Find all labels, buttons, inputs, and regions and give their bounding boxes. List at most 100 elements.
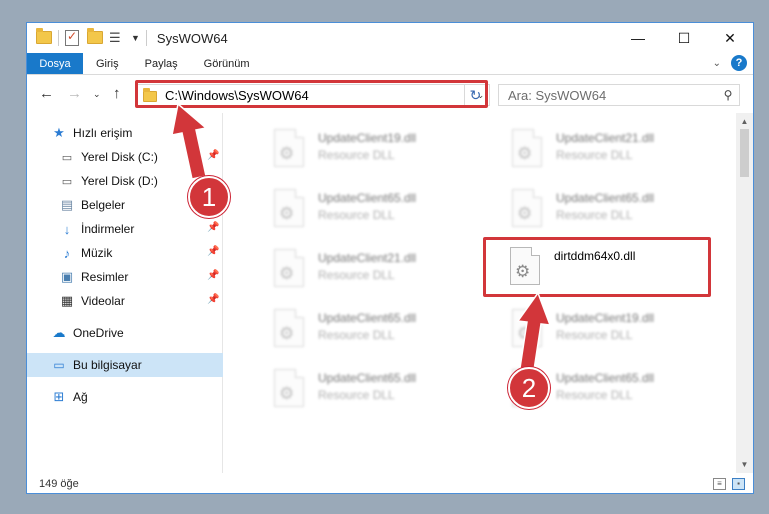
computer-icon: ▭ bbox=[53, 358, 65, 372]
customize-view-icon[interactable]: ☰ bbox=[109, 30, 125, 46]
sidebar-item-onedrive[interactable]: ☁ OneDrive bbox=[27, 321, 223, 345]
file-description: Resource DLL bbox=[318, 148, 395, 162]
sidebar-item-label: Yerel Disk (C:) bbox=[81, 150, 158, 164]
file-description: Resource DLL bbox=[556, 328, 633, 342]
dll-file-icon: ⚙ bbox=[274, 249, 310, 291]
search-icon[interactable]: ⚲ bbox=[717, 88, 739, 102]
sidebar-item-label: İndirmeler bbox=[81, 222, 135, 236]
sidebar-item-videos[interactable]: ▦ Videolar 📌 bbox=[27, 289, 223, 313]
pin-icon[interactable]: 📌 bbox=[207, 150, 219, 161]
minimize-button[interactable]: — bbox=[615, 23, 661, 53]
download-icon: ↓ bbox=[63, 221, 71, 237]
title-bar: ☰ ▼ SysWOW64 — ☐ ✕ bbox=[27, 23, 753, 53]
item-count: 149 öğe bbox=[39, 478, 79, 490]
list-item[interactable]: ⚙ UpdateClient21.dll Resource DLL bbox=[254, 245, 474, 295]
step-1-badge: 1 bbox=[188, 176, 230, 218]
sidebar-item-this-pc[interactable]: ▭ Bu bilgisayar bbox=[27, 353, 223, 377]
sidebar-item-label: OneDrive bbox=[73, 326, 124, 340]
video-icon: ▦ bbox=[60, 293, 74, 308]
sidebar-item-pictures[interactable]: ▣ Resimler 📌 bbox=[27, 265, 223, 289]
file-name: UpdateClient21.dll bbox=[318, 251, 417, 265]
file-description: Resource DLL bbox=[556, 388, 633, 402]
address-highlight-box bbox=[135, 80, 488, 108]
file-name: UpdateClient65.dll bbox=[318, 191, 417, 205]
network-icon: ⊞ bbox=[53, 389, 65, 404]
file-name: UpdateClient19.dll bbox=[318, 131, 417, 145]
file-description: Resource DLL bbox=[318, 388, 395, 402]
sidebar-item-quick-access[interactable]: ★ Hızlı erişim bbox=[27, 121, 223, 145]
list-item[interactable]: ⚙ UpdateClient19.dll Resource DLL bbox=[254, 125, 474, 175]
sidebar-item-label: Yerel Disk (D:) bbox=[81, 174, 158, 188]
sidebar-item-label: Ağ bbox=[73, 390, 88, 404]
file-name: UpdateClient65.dll bbox=[318, 311, 417, 325]
tab-view[interactable]: Görünüm bbox=[191, 53, 263, 74]
sidebar-item-label: Hızlı erişim bbox=[73, 126, 133, 140]
tab-file[interactable]: Dosya bbox=[27, 53, 83, 74]
file-description: Resource DLL bbox=[318, 328, 395, 342]
recent-locations-icon[interactable]: ⌄ bbox=[93, 89, 101, 100]
step-2-badge: 2 bbox=[508, 367, 550, 409]
divider bbox=[58, 30, 59, 46]
file-name: UpdateClient65.dll bbox=[318, 371, 417, 385]
vertical-scrollbar[interactable]: ▲ ▼ bbox=[736, 113, 753, 473]
dll-file-icon: ⚙ bbox=[274, 189, 310, 231]
properties-icon[interactable] bbox=[65, 30, 81, 46]
file-name: UpdateClient65.dll bbox=[556, 371, 655, 385]
sidebar-item-music[interactable]: ♪ Müzik 📌 bbox=[27, 241, 223, 265]
sidebar-item-label: Videolar bbox=[81, 294, 125, 308]
list-item[interactable]: ⚙ UpdateClient65.dll Resource DLL bbox=[254, 185, 474, 235]
document-icon: ▤ bbox=[60, 197, 74, 212]
scroll-up-icon[interactable]: ▲ bbox=[736, 113, 753, 130]
help-icon[interactable]: ? bbox=[731, 55, 747, 71]
sidebar-item-local-disk-c[interactable]: ▭ Yerel Disk (C:) 📌 bbox=[27, 145, 223, 169]
sidebar-item-downloads[interactable]: ↓ İndirmeler 📌 bbox=[27, 217, 223, 241]
tab-home[interactable]: Giriş bbox=[83, 53, 132, 74]
list-item[interactable]: ⚙ UpdateClient65.dll Resource DLL bbox=[254, 365, 474, 415]
sidebar-item-label: Bu bilgisayar bbox=[73, 358, 142, 372]
maximize-button[interactable]: ☐ bbox=[661, 23, 707, 53]
file-description: Resource DLL bbox=[318, 268, 395, 282]
ribbon-tabs: Dosya Giriş Paylaş Görünüm ⌄ ? bbox=[27, 53, 753, 75]
music-icon: ♪ bbox=[63, 245, 71, 261]
list-item[interactable]: ⚙ UpdateClient65.dll Resource DLL bbox=[254, 305, 474, 355]
tab-share[interactable]: Paylaş bbox=[132, 53, 191, 74]
navigation-pane: ★ Hızlı erişim ▭ Yerel Disk (C:) 📌 ▭ Yer… bbox=[27, 113, 223, 473]
sidebar-item-network[interactable]: ⊞ Ağ bbox=[27, 385, 223, 409]
details-view-icon[interactable]: ≡ bbox=[713, 478, 726, 490]
sidebar-item-label: Müzik bbox=[81, 246, 113, 260]
star-icon: ★ bbox=[53, 125, 65, 140]
list-item[interactable]: ⚙ UpdateClient21.dll Resource DLL bbox=[492, 125, 712, 175]
close-button[interactable]: ✕ bbox=[707, 23, 753, 53]
file-name: UpdateClient65.dll bbox=[556, 191, 655, 205]
list-item[interactable]: ⚙ UpdateClient65.dll Resource DLL bbox=[492, 185, 712, 235]
file-name: UpdateClient19.dll bbox=[556, 311, 655, 325]
file-description: Resource DLL bbox=[556, 148, 633, 162]
pin-icon[interactable]: 📌 bbox=[207, 270, 219, 281]
dll-file-icon: ⚙ bbox=[512, 309, 548, 351]
pin-icon[interactable]: 📌 bbox=[207, 294, 219, 305]
qat-dropdown-icon[interactable]: ▼ bbox=[131, 33, 140, 43]
forward-arrow-icon[interactable]: → bbox=[67, 85, 82, 102]
status-bar: 149 öğe ≡ ▪ bbox=[27, 473, 753, 493]
folder-icon bbox=[36, 28, 52, 46]
file-highlight-box bbox=[483, 237, 711, 297]
picture-icon: ▣ bbox=[60, 269, 74, 284]
file-description: Resource DLL bbox=[318, 208, 395, 222]
window-title: SysWOW64 bbox=[156, 30, 228, 46]
up-arrow-icon[interactable]: ↑ bbox=[113, 85, 121, 102]
dll-file-icon: ⚙ bbox=[274, 129, 310, 171]
scroll-down-icon[interactable]: ▼ bbox=[736, 456, 753, 473]
dll-file-icon: ⚙ bbox=[512, 129, 548, 171]
back-arrow-icon[interactable]: ← bbox=[39, 85, 54, 102]
large-icons-view-icon[interactable]: ▪ bbox=[732, 478, 745, 490]
sidebar-item-label: Belgeler bbox=[81, 198, 126, 212]
list-item[interactable]: ⚙ UpdateClient19.dll Resource DLL bbox=[492, 305, 712, 355]
dll-file-icon: ⚙ bbox=[274, 309, 310, 351]
search-input[interactable]: Ara: SysWOW64 bbox=[508, 88, 717, 103]
new-folder-icon[interactable] bbox=[87, 28, 103, 46]
pin-icon[interactable]: 📌 bbox=[207, 222, 219, 233]
pin-icon[interactable]: 📌 bbox=[207, 246, 219, 257]
expand-ribbon-icon[interactable]: ⌄ bbox=[713, 58, 721, 69]
scroll-thumb[interactable] bbox=[740, 129, 749, 177]
search-box[interactable]: Ara: SysWOW64 ⚲ bbox=[498, 84, 740, 106]
